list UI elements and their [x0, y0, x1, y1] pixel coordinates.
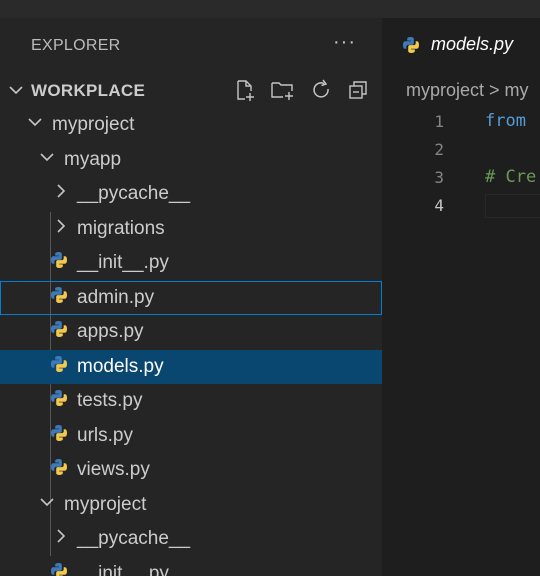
- chevron-right-icon: [52, 217, 70, 241]
- code-line[interactable]: 4: [382, 192, 540, 220]
- tree-item-folder[interactable]: myapp: [0, 143, 382, 178]
- tree-item-label: migrations: [77, 217, 165, 239]
- tree-item-label: __init__.py: [77, 252, 169, 274]
- chevron-down-icon: [38, 493, 56, 517]
- tree-item-file[interactable]: apps.py: [0, 315, 382, 350]
- line-number: 2: [434, 140, 444, 159]
- tree-item-label: __init__.py: [77, 562, 169, 576]
- python-file-icon: [50, 251, 68, 275]
- workspace-header[interactable]: WORKPLACE: [0, 74, 382, 108]
- tab-bar: models.py: [382, 18, 540, 74]
- new-folder-icon[interactable]: [270, 78, 296, 102]
- tree-item-file[interactable]: urls.py: [0, 419, 382, 454]
- line-number: 4: [434, 196, 444, 215]
- code-text: from: [485, 111, 526, 131]
- python-file-icon: [50, 458, 68, 482]
- explorer-sidebar: EXPLORER ··· WORKPLACE myproject myapp _…: [0, 18, 382, 576]
- code-text: # Cre: [485, 167, 537, 187]
- python-file-icon: [50, 562, 68, 576]
- explorer-title: EXPLORER: [31, 37, 121, 54]
- tree-item-folder[interactable]: myproject: [0, 108, 382, 143]
- current-line-highlight: [485, 194, 540, 218]
- tree-item-label: myproject: [64, 493, 147, 515]
- line-number: 3: [434, 168, 444, 187]
- collapse-all-icon[interactable]: [346, 78, 370, 102]
- new-file-icon[interactable]: [233, 78, 257, 102]
- tree-item-file[interactable]: views.py: [0, 453, 382, 488]
- line-number: 1: [434, 112, 444, 131]
- tree-item-label: __pycache__: [77, 183, 191, 205]
- chevron-down-icon: [26, 113, 44, 137]
- chevron-down-icon[interactable]: [7, 81, 25, 104]
- tree-item-file[interactable]: admin.py: [0, 280, 382, 315]
- tree-item-label: admin.py: [77, 286, 155, 308]
- python-file-icon: [50, 286, 68, 310]
- tab-models-py[interactable]: models.py: [382, 18, 540, 74]
- workspace-actions: [233, 78, 370, 102]
- tree-item-folder[interactable]: myproject: [0, 488, 382, 523]
- tree-item-label: views.py: [77, 459, 150, 481]
- tree-item-label: models.py: [77, 355, 164, 377]
- tree-item-label: apps.py: [77, 321, 144, 343]
- python-file-icon: [50, 320, 68, 344]
- tree-item-folder[interactable]: migrations: [0, 212, 382, 247]
- chevron-right-icon: [52, 182, 70, 206]
- refresh-icon[interactable]: [309, 78, 333, 102]
- tree-item-file[interactable]: __init__.py: [0, 557, 382, 576]
- more-actions-icon[interactable]: ···: [333, 32, 356, 52]
- code-line[interactable]: 2: [382, 136, 540, 164]
- title-bar: [0, 0, 540, 18]
- file-tree: myproject myapp __pycache__ migrations _…: [0, 108, 382, 576]
- tree-item-folder[interactable]: __pycache__: [0, 522, 382, 557]
- tree-item-file[interactable]: tests.py: [0, 384, 382, 419]
- code-line[interactable]: 3 # Cre: [382, 164, 540, 192]
- tree-item-label: __pycache__: [77, 528, 191, 550]
- tab-label: models.py: [431, 34, 514, 54]
- chevron-down-icon: [38, 148, 56, 172]
- explorer-header: EXPLORER ···: [0, 18, 382, 74]
- python-file-icon: [50, 424, 68, 448]
- python-file-icon: [50, 389, 68, 413]
- editor-pane: models.py myproject > my 1 from 2 3 # Cr…: [382, 18, 540, 576]
- breadcrumb[interactable]: myproject > my: [406, 80, 529, 101]
- tree-item-label: myproject: [52, 114, 135, 136]
- python-file-icon: [402, 36, 420, 59]
- python-file-icon: [50, 355, 68, 379]
- chevron-right-icon: [52, 527, 70, 551]
- code-line[interactable]: 1 from: [382, 108, 540, 136]
- tree-item-file[interactable]: __init__.py: [0, 246, 382, 281]
- tree-item-file[interactable]: models.py: [0, 349, 382, 384]
- tree-item-folder[interactable]: __pycache__: [0, 177, 382, 212]
- tree-item-label: myapp: [64, 148, 122, 170]
- tree-item-label: urls.py: [77, 424, 133, 446]
- workspace-name: WORKPLACE: [31, 81, 146, 100]
- tree-item-label: tests.py: [77, 390, 143, 412]
